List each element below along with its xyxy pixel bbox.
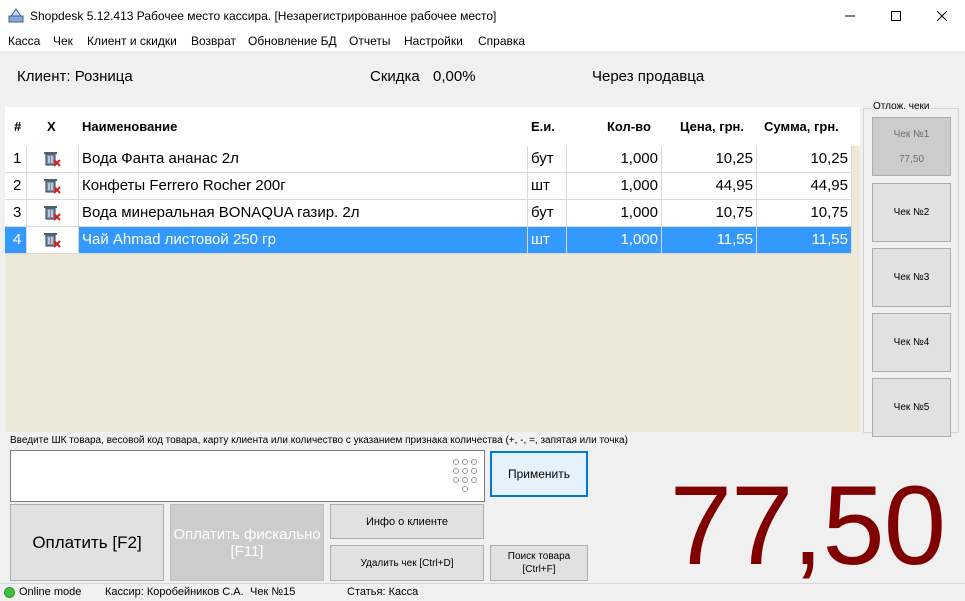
- status-check: Чек №15: [250, 586, 296, 598]
- row-qty: 1,000: [567, 173, 662, 199]
- check-total: 77,50: [669, 463, 946, 588]
- close-icon: [937, 10, 947, 21]
- row-unit: шт: [528, 173, 567, 199]
- grid-header: # X Наименование Е.и. Кол-во Цена, грн. …: [5, 107, 860, 146]
- row-name: Вода Фанта ананас 2л: [79, 146, 528, 172]
- col-price: Цена, грн.: [680, 119, 745, 134]
- row-sum: 10,25: [757, 146, 852, 172]
- products-grid[interactable]: # X Наименование Е.и. Кол-во Цена, грн. …: [5, 107, 860, 432]
- close-button[interactable]: [919, 0, 965, 31]
- row-name: Вода минеральная BONAQUA газир. 2л: [79, 200, 528, 226]
- search-product-button[interactable]: Поиск товара [Ctrl+F]: [490, 545, 588, 581]
- delete-check-button[interactable]: Удалить чек [Ctrl+D]: [330, 545, 484, 581]
- held-check-label: Чек №3: [893, 272, 930, 283]
- held-check-5-button[interactable]: Чек №5: [872, 378, 951, 437]
- row-number: 2: [5, 173, 27, 199]
- row-name: Конфеты Ferrero Rocher 200г: [79, 173, 528, 199]
- maximize-icon: [891, 10, 901, 21]
- title-bar: Shopdesk 5.12.413 Рабочее место кассира.…: [0, 0, 965, 31]
- held-check-3-button[interactable]: Чек №3: [872, 248, 951, 307]
- row-delete-cell[interactable]: [27, 200, 79, 226]
- col-name: Наименование: [82, 119, 178, 134]
- delete-item-icon[interactable]: [43, 178, 61, 194]
- client-info-button[interactable]: Инфо о клиенте: [330, 504, 484, 539]
- menu-reports[interactable]: Отчеты: [349, 34, 390, 48]
- status-article: Статья: Касса: [347, 586, 419, 598]
- keypad-icon[interactable]: [452, 458, 478, 496]
- row-sum: 10,75: [757, 200, 852, 226]
- table-row[interactable]: 2 Конфеты Ferrero Rocher 200г шт 1,000 4…: [5, 173, 852, 200]
- table-row[interactable]: 1 Вода Фанта ананас 2л бут 1,000 10,25 1…: [5, 146, 852, 173]
- held-check-label: Чек №2: [893, 207, 930, 218]
- status-mode: Online mode: [19, 586, 82, 598]
- col-unit: Е.и.: [531, 119, 555, 134]
- info-bar: Клиент: Розница Скидка 0,00% Через прода…: [0, 51, 965, 106]
- discount-label: Скидка: [370, 68, 420, 85]
- status-cashier: Кассир: Коробейников С.А.: [105, 586, 244, 598]
- row-delete-cell[interactable]: [27, 227, 79, 253]
- row-price: 10,25: [662, 146, 757, 172]
- row-delete-cell[interactable]: [27, 146, 79, 172]
- col-qty: Кол-во: [607, 119, 651, 134]
- online-status-icon: [4, 587, 15, 598]
- menu-client-discounts[interactable]: Клиент и скидки: [87, 34, 177, 48]
- row-price: 10,75: [662, 200, 757, 226]
- window-title: Shopdesk 5.12.413 Рабочее место кассира.…: [30, 9, 497, 23]
- row-qty: 1,000: [567, 227, 662, 253]
- row-unit: бут: [528, 146, 567, 172]
- row-number: 4: [5, 227, 27, 253]
- minimize-button[interactable]: [827, 0, 873, 31]
- row-delete-cell[interactable]: [27, 173, 79, 199]
- held-check-label: Чек №4: [893, 337, 930, 348]
- shopdesk-icon: [8, 8, 24, 23]
- held-check-amount: 77,50: [898, 153, 925, 165]
- status-bar: Online mode Кассир: Коробейников С.А. Че…: [0, 583, 965, 601]
- row-price: 11,55: [662, 227, 757, 253]
- col-delete: X: [47, 119, 56, 134]
- delete-item-icon[interactable]: [43, 232, 61, 248]
- row-qty: 1,000: [567, 200, 662, 226]
- col-number: #: [14, 119, 22, 134]
- menu-kassa[interactable]: Касса: [8, 34, 40, 48]
- row-name: Чай Ahmad листовой 250 гр: [79, 227, 528, 253]
- menu-check[interactable]: Чек: [53, 34, 73, 48]
- held-check-2-button[interactable]: Чек №2: [872, 183, 951, 242]
- row-unit: шт: [528, 227, 567, 253]
- sale-mode: Через продавца: [592, 68, 705, 85]
- row-sum: 44,95: [757, 173, 852, 199]
- pay-fiscal-button[interactable]: Оплатить фискально [F11]: [170, 504, 324, 581]
- row-number: 1: [5, 146, 27, 172]
- row-number: 3: [5, 200, 27, 226]
- row-unit: бут: [528, 200, 567, 226]
- delete-item-icon[interactable]: [43, 151, 61, 167]
- maximize-button[interactable]: [873, 0, 919, 31]
- row-price: 44,95: [662, 173, 757, 199]
- discount-value: 0,00%: [433, 68, 476, 85]
- delete-item-icon[interactable]: [43, 205, 61, 221]
- menu-return[interactable]: Возврат: [191, 34, 236, 48]
- client-label[interactable]: Клиент: Розница: [17, 68, 133, 85]
- col-sum: Сумма, грн.: [764, 119, 839, 134]
- table-row-selected[interactable]: 4 Чай Ahmad листовой 250 гр шт 1,000 11,…: [5, 227, 852, 254]
- row-sum: 11,55: [757, 227, 852, 253]
- minimize-icon: [845, 15, 855, 16]
- input-hint: Введите ШК товара, весовой код товара, к…: [10, 435, 628, 446]
- held-check-label: Чек №5: [893, 402, 930, 413]
- menu-help[interactable]: Справка: [478, 34, 525, 48]
- pay-button[interactable]: Оплатить [F2]: [10, 504, 164, 581]
- held-check-1-button[interactable]: Чек №1 77,50: [872, 117, 951, 176]
- held-check-label: Чек №1: [893, 128, 930, 140]
- apply-button[interactable]: Применить: [490, 451, 588, 497]
- row-qty: 1,000: [567, 146, 662, 172]
- held-check-4-button[interactable]: Чек №4: [872, 313, 951, 372]
- menu-bar: Касса Чек Клиент и скидки Возврат Обновл…: [0, 31, 965, 51]
- held-checks-legend: Отлож. чеки: [872, 101, 931, 112]
- menu-settings[interactable]: Настройки: [404, 34, 463, 48]
- barcode-input[interactable]: [10, 450, 485, 502]
- table-row[interactable]: 3 Вода минеральная BONAQUA газир. 2л бут…: [5, 200, 852, 227]
- menu-db-update[interactable]: Обновление БД: [248, 34, 337, 48]
